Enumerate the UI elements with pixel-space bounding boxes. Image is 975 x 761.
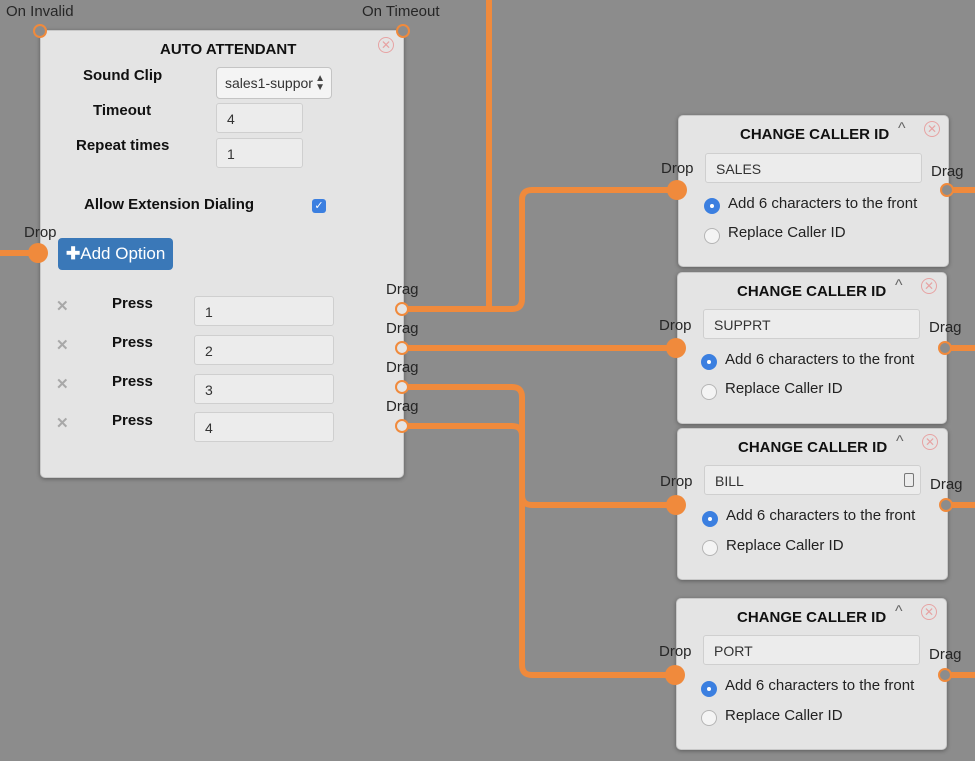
close-icon[interactable]: ✕ [378, 37, 394, 53]
press-label: Press [112, 373, 153, 390]
on-timeout-label: On Timeout [362, 3, 440, 20]
prepend-option-label: Add 6 characters to the front [726, 507, 916, 524]
remove-option-icon[interactable]: ✕ [56, 375, 69, 393]
option-input[interactable]: 4 [194, 412, 334, 442]
timeout-label: Timeout [93, 102, 152, 119]
sound-clip-label: Sound Clip [83, 67, 163, 84]
remove-option-icon[interactable]: ✕ [56, 414, 69, 432]
press-label: Press [112, 334, 153, 351]
drop-label: Drop [660, 473, 693, 490]
drag-port[interactable] [940, 183, 954, 197]
prepend-radio[interactable] [702, 511, 718, 527]
remove-option-icon[interactable]: ✕ [56, 297, 69, 315]
replace-option-label: Replace Caller ID [728, 224, 846, 241]
change-caller-id-title: CHANGE CALLER ID [738, 439, 888, 456]
drag-label: Drag [386, 320, 419, 337]
press-label: Press [112, 412, 153, 429]
remove-option-icon[interactable]: ✕ [56, 336, 69, 354]
caller-id-input[interactable]: BILL [704, 465, 921, 495]
drag-port[interactable] [938, 341, 952, 355]
drag-label: Drag [386, 398, 419, 415]
option-input[interactable]: 1 [194, 296, 334, 326]
caller-id-input[interactable]: SUPPRT [703, 309, 920, 339]
allow-extension-dialing-checkbox[interactable]: ✓ [312, 199, 326, 213]
collapse-icon[interactable]: ^ [895, 277, 903, 295]
drop-label: Drop [661, 160, 694, 177]
repeat-times-input[interactable]: 1 [216, 138, 303, 168]
drop-label: Drop [659, 643, 692, 660]
prepend-option-label: Add 6 characters to the front [728, 195, 918, 212]
drop-port[interactable] [666, 495, 686, 515]
change-caller-id-node[interactable]: CHANGE CALLER ID ^ ✕ SALES Add 6 charact… [678, 115, 949, 267]
select-arrows-icon: ▲ ▼ [315, 73, 325, 93]
change-caller-id-title: CHANGE CALLER ID [737, 283, 887, 300]
option-input[interactable]: 3 [194, 374, 334, 404]
close-icon[interactable]: ✕ [924, 121, 940, 137]
replace-option-label: Replace Caller ID [725, 707, 843, 724]
drop-port[interactable] [28, 243, 48, 263]
caller-id-input[interactable]: PORT [703, 635, 920, 665]
change-caller-id-title: CHANGE CALLER ID [737, 609, 887, 626]
sound-clip-value: sales1-suppor [225, 75, 313, 91]
contact-card-icon[interactable] [904, 473, 914, 487]
on-invalid-port[interactable] [33, 24, 47, 38]
close-icon[interactable]: ✕ [922, 434, 938, 450]
caller-id-input[interactable]: SALES [705, 153, 922, 183]
collapse-icon[interactable]: ^ [895, 603, 903, 621]
wire-option-1 [399, 187, 680, 312]
prepend-option-label: Add 6 characters to the front [725, 351, 915, 368]
drop-label: Drop [24, 224, 57, 241]
prepend-radio[interactable] [701, 354, 717, 370]
drag-label: Drag [931, 163, 964, 180]
close-icon[interactable]: ✕ [921, 604, 937, 620]
option-input[interactable]: 2 [194, 335, 334, 365]
drag-label: Drag [386, 359, 419, 376]
drop-port[interactable] [666, 338, 686, 358]
collapse-icon[interactable]: ^ [898, 120, 906, 138]
prepend-radio[interactable] [701, 681, 717, 697]
drag-label: Drag [929, 646, 962, 663]
on-timeout-port[interactable] [396, 24, 410, 38]
change-caller-id-node[interactable]: CHANGE CALLER ID ^ ✕ BILL Add 6 characte… [677, 428, 948, 580]
press-label: Press [112, 295, 153, 312]
drag-port-option-2[interactable] [395, 341, 409, 355]
replace-radio[interactable] [702, 540, 718, 556]
change-caller-id-node[interactable]: CHANGE CALLER ID ^ ✕ SUPPRT Add 6 charac… [677, 272, 947, 424]
timeout-input[interactable]: 4 [216, 103, 303, 133]
drag-port-option-1[interactable] [395, 302, 409, 316]
replace-option-label: Replace Caller ID [725, 380, 843, 397]
drag-label: Drag [930, 476, 963, 493]
wire-option-4 [399, 423, 680, 678]
add-option-label: Add Option [80, 244, 166, 263]
caller-id-value: BILL [715, 473, 744, 489]
drag-port[interactable] [938, 668, 952, 682]
drop-port[interactable] [667, 180, 687, 200]
drop-port[interactable] [665, 665, 685, 685]
replace-radio[interactable] [701, 710, 717, 726]
drag-port-option-4[interactable] [395, 419, 409, 433]
replace-radio[interactable] [704, 228, 720, 244]
add-option-button[interactable]: ✚Add Option [58, 238, 174, 270]
drop-label: Drop [659, 317, 692, 334]
drag-port[interactable] [939, 498, 953, 512]
drag-label: Drag [386, 281, 419, 298]
collapse-icon[interactable]: ^ [896, 433, 904, 451]
replace-option-label: Replace Caller ID [726, 537, 844, 554]
drag-label: Drag [929, 319, 962, 336]
auto-attendant-title: AUTO ATTENDANT [160, 41, 297, 58]
on-invalid-label: On Invalid [6, 3, 74, 20]
change-caller-id-node[interactable]: CHANGE CALLER ID ^ ✕ PORT Add 6 characte… [676, 598, 947, 750]
prepend-radio[interactable] [704, 198, 720, 214]
prepend-option-label: Add 6 characters to the front [725, 677, 915, 694]
drag-port-option-3[interactable] [395, 380, 409, 394]
plus-icon: ✚ [66, 244, 81, 263]
repeat-times-label: Repeat times [76, 137, 170, 154]
close-icon[interactable]: ✕ [921, 278, 937, 294]
change-caller-id-title: CHANGE CALLER ID [740, 126, 890, 143]
sound-clip-select[interactable]: sales1-suppor ▲ ▼ [216, 67, 332, 99]
auto-attendant-node[interactable]: AUTO ATTENDANT ✕ Sound Clip sales1-suppo… [40, 30, 404, 478]
wire-option-3 [399, 384, 680, 508]
allow-extension-dialing-label: Allow Extension Dialing [84, 196, 255, 213]
replace-radio[interactable] [701, 384, 717, 400]
